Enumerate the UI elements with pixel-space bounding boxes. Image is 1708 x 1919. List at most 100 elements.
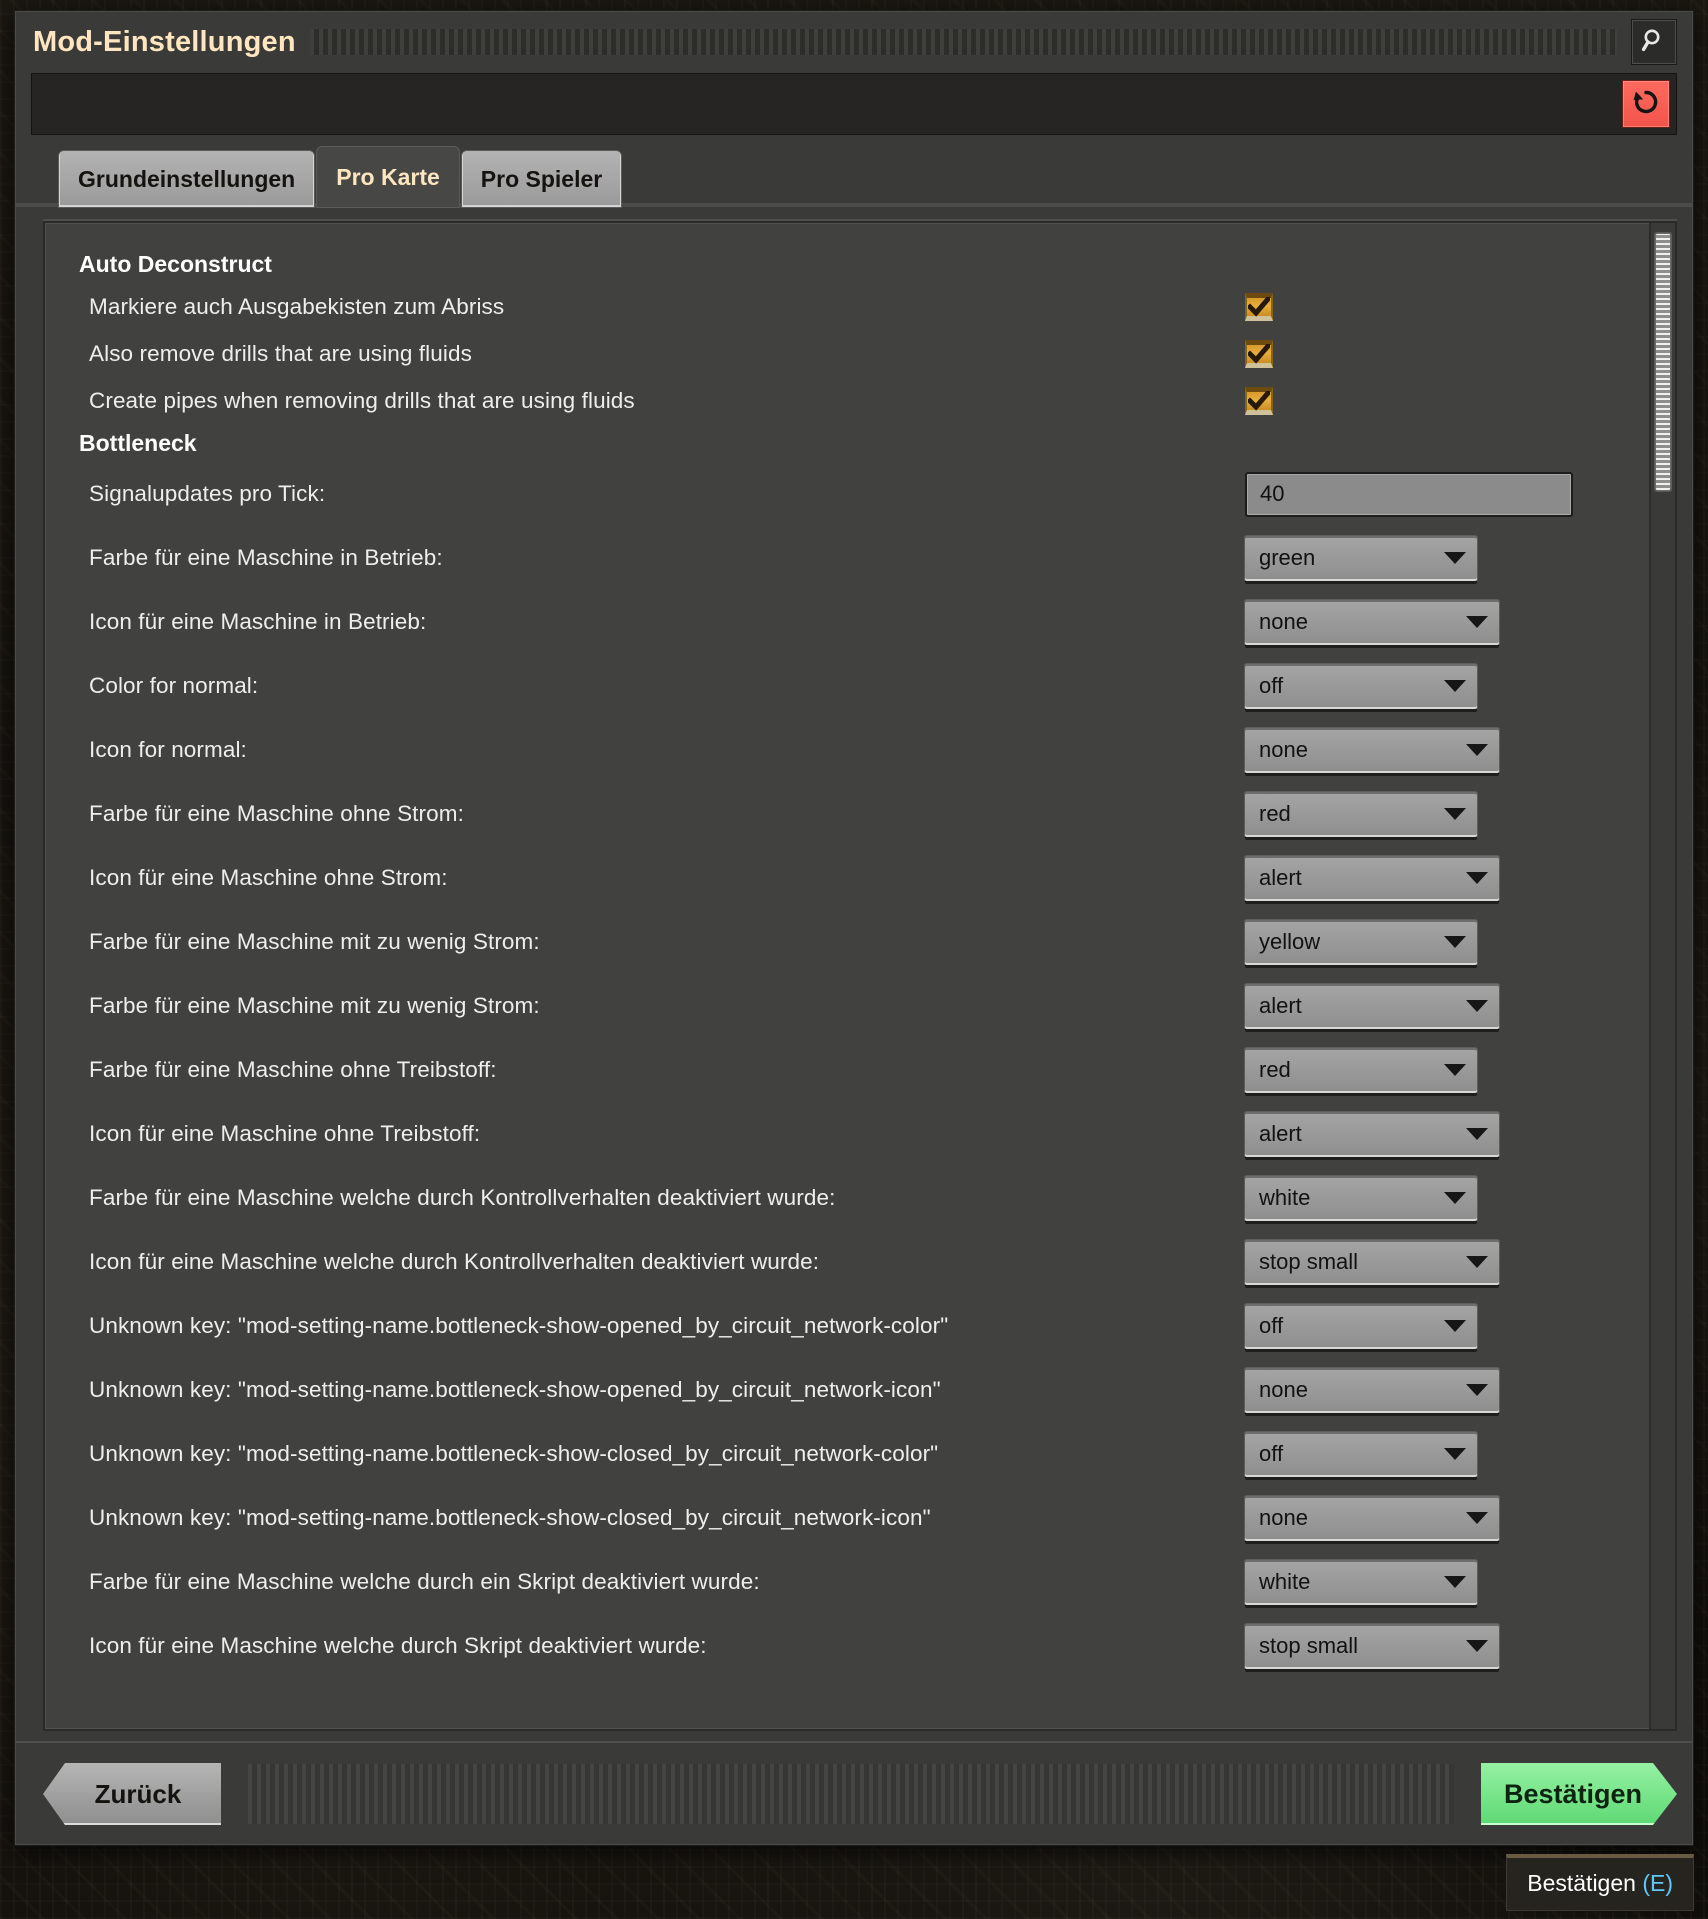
setting-control: stop small <box>1245 1623 1605 1669</box>
search-button[interactable] <box>1631 19 1677 65</box>
setting-control: yellow <box>1245 919 1605 965</box>
tab-pro-spieler[interactable]: Pro Spieler <box>461 151 622 207</box>
dropdown-value: red <box>1259 801 1291 826</box>
confirm-button[interactable]: Bestätigen <box>1481 1763 1677 1825</box>
settings-scrollbar[interactable] <box>1649 223 1675 1729</box>
checkbox-create-pipes[interactable] <box>1245 386 1273 415</box>
chevron-down-icon <box>1466 1640 1488 1652</box>
dropdown-value: off <box>1259 1441 1284 1466</box>
tooltip-text: Bestätigen <box>1527 1870 1636 1896</box>
chevron-down-icon <box>1444 936 1466 948</box>
dropdown-value: none <box>1259 609 1308 634</box>
setting-label: Icon für eine Maschine ohne Strom: <box>89 865 448 890</box>
search-icon <box>1641 27 1667 58</box>
chevron-down-icon <box>1444 1064 1466 1076</box>
setting-row: Signalupdates pro Tick: 40 <box>45 462 1649 526</box>
setting-control: none <box>1245 1495 1605 1541</box>
chevron-down-icon <box>1466 1256 1488 1268</box>
footer-filler-strip <box>247 1763 1455 1825</box>
setting-label: Farbe für eine Maschine welche durch Kon… <box>89 1185 836 1210</box>
setting-control: off <box>1245 663 1605 709</box>
setting-control: green <box>1245 535 1605 581</box>
setting-control: off <box>1245 1431 1605 1477</box>
dropdown-closed-by-circuit-icon[interactable]: none <box>1245 1495 1499 1541</box>
dropdown-value: green <box>1259 545 1316 570</box>
chevron-down-icon <box>1444 1320 1466 1332</box>
chevron-down-icon <box>1444 1576 1466 1588</box>
setting-control: none <box>1245 727 1605 773</box>
dropdown-value: none <box>1259 1505 1308 1530</box>
dropdown-value: off <box>1259 1313 1284 1338</box>
tab-label: Pro Karte <box>336 163 440 190</box>
page-title: Mod-Einstellungen <box>33 25 296 58</box>
reset-settings-button[interactable] <box>1622 80 1670 128</box>
back-button[interactable]: Zurück <box>43 1763 221 1825</box>
checkbox-markiere-ausgabekisten[interactable] <box>1245 292 1273 321</box>
setting-row: Farbe für eine Maschine welche durch Kon… <box>45 1166 1649 1230</box>
scrollbar-thumb[interactable] <box>1655 233 1671 491</box>
dropdown-icon-no-fuel[interactable]: alert <box>1245 1111 1499 1157</box>
dropdown-closed-by-circuit-color[interactable]: off <box>1245 1431 1477 1477</box>
setting-row: Icon für eine Maschine welche durch Skri… <box>45 1614 1649 1678</box>
dropdown-value: alert <box>1259 993 1302 1018</box>
dropdown-value: stop small <box>1259 1633 1359 1658</box>
dropdown-color-no-power[interactable]: red <box>1245 791 1477 837</box>
setting-control: 40 <box>1245 471 1605 517</box>
dropdown-icon-low-power[interactable]: alert <box>1245 983 1499 1029</box>
window-drag-handle[interactable] <box>309 29 1617 55</box>
setting-control: alert <box>1245 855 1605 901</box>
dropdown-icon-normal[interactable]: none <box>1245 727 1499 773</box>
group-title-bottleneck: Bottleneck <box>79 430 197 456</box>
dropdown-value: none <box>1259 737 1308 762</box>
chevron-down-icon <box>1466 744 1488 756</box>
tab-pro-karte[interactable]: Pro Karte <box>317 147 459 207</box>
setting-label: Unknown key: "mod-setting-name.bottlenec… <box>89 1505 931 1530</box>
chevron-down-icon <box>1466 1384 1488 1396</box>
setting-label: Unknown key: "mod-setting-name.bottlenec… <box>89 1313 949 1338</box>
dropdown-color-working[interactable]: green <box>1245 535 1477 581</box>
setting-row: Farbe für eine Maschine welche durch ein… <box>45 1550 1649 1614</box>
setting-label: Farbe für eine Maschine ohne Strom: <box>89 801 464 826</box>
setting-label: Unknown key: "mod-setting-name.bottlenec… <box>89 1377 941 1402</box>
setting-label: Signalupdates pro Tick: <box>89 481 326 506</box>
dropdown-value: red <box>1259 1057 1291 1082</box>
window-titlebar: Mod-Einstellungen <box>15 11 1693 73</box>
chevron-down-icon <box>1444 1448 1466 1460</box>
chevron-down-icon <box>1466 616 1488 628</box>
dropdown-opened-by-circuit-color[interactable]: off <box>1245 1303 1477 1349</box>
setting-control: stop small <box>1245 1239 1605 1285</box>
settings-scroll-area[interactable]: Auto Deconstruct Markiere auch Ausgabeki… <box>45 223 1649 1729</box>
setting-label: Unknown key: "mod-setting-name.bottlenec… <box>89 1441 939 1466</box>
dropdown-color-control-behavior[interactable]: white <box>1245 1175 1477 1221</box>
dropdown-color-normal[interactable]: off <box>1245 663 1477 709</box>
setting-row: Create pipes when removing drills that a… <box>45 377 1649 424</box>
setting-row: Icon für eine Maschine welche durch Kont… <box>45 1230 1649 1294</box>
settings-tabbar: Grundeinstellungen Pro Karte Pro Spieler <box>15 135 1693 207</box>
dropdown-icon-script-disabled[interactable]: stop small <box>1245 1623 1499 1669</box>
mod-settings-window: Mod-Einstellungen Grundeinstellungen Pro… <box>14 10 1694 1846</box>
setting-row: Icon für eine Maschine ohne Strom: alert <box>45 846 1649 910</box>
setting-label: Farbe für eine Maschine mit zu wenig Str… <box>89 993 540 1018</box>
tab-grundeinstellungen[interactable]: Grundeinstellungen <box>59 151 315 207</box>
dropdown-icon-no-power[interactable]: alert <box>1245 855 1499 901</box>
dropdown-icon-control-behavior[interactable]: stop small <box>1245 1239 1499 1285</box>
setting-row: Icon for normal: none <box>45 718 1649 782</box>
setting-control <box>1245 339 1605 368</box>
setting-row: Unknown key: "mod-setting-name.bottlenec… <box>45 1294 1649 1358</box>
chevron-down-icon <box>1444 1192 1466 1204</box>
signalupdates-input[interactable]: 40 <box>1245 471 1573 517</box>
dropdown-color-no-fuel[interactable]: red <box>1245 1047 1477 1093</box>
dropdown-value: off <box>1259 673 1284 698</box>
window-footer: Zurück Bestätigen <box>15 1741 1693 1845</box>
setting-row: Icon für eine Maschine in Betrieb: none <box>45 590 1649 654</box>
dropdown-opened-by-circuit-icon[interactable]: none <box>1245 1367 1499 1413</box>
setting-label: Markiere auch Ausgabekisten zum Abriss <box>89 293 505 319</box>
checkbox-remove-drills-fluids[interactable] <box>1245 339 1273 368</box>
dropdown-color-low-power[interactable]: yellow <box>1245 919 1477 965</box>
reset-undo-icon <box>1631 87 1661 122</box>
dropdown-icon-working[interactable]: none <box>1245 599 1499 645</box>
setting-label: Farbe für eine Maschine welche durch ein… <box>89 1569 760 1594</box>
setting-label: Farbe für eine Maschine mit zu wenig Str… <box>89 929 540 954</box>
dropdown-color-script-disabled[interactable]: white <box>1245 1559 1477 1605</box>
setting-row: Farbe für eine Maschine mit zu wenig Str… <box>45 910 1649 974</box>
